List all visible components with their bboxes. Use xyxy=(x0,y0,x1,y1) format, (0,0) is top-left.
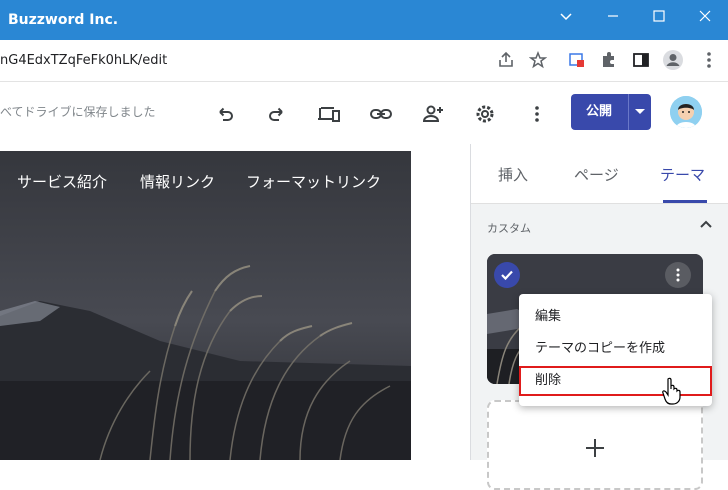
preview-devices-icon[interactable] xyxy=(315,100,343,128)
address-bar[interactable]: nG4EdxTZqFeFk0hLK/edit xyxy=(0,40,728,82)
site-preview[interactable]: サービス紹介 情報リンク フォーマットリンク xyxy=(0,151,411,460)
link-icon[interactable] xyxy=(367,100,395,128)
plus-icon xyxy=(586,439,604,457)
check-icon xyxy=(501,270,513,281)
extension-icon[interactable] xyxy=(566,49,588,71)
profile-icon[interactable] xyxy=(662,49,684,71)
share-icon[interactable] xyxy=(495,49,517,71)
publish-button[interactable]: 公開 xyxy=(571,94,651,130)
site-nav-link-format[interactable]: フォーマットリンク xyxy=(246,171,381,192)
menu-item-duplicate[interactable]: テーマのコピーを作成 xyxy=(519,334,712,364)
menu-item-delete[interactable]: 削除 xyxy=(519,366,712,396)
tab-insert[interactable]: 挿入 xyxy=(498,164,528,185)
minimize-icon[interactable] xyxy=(590,0,636,32)
maximize-icon[interactable] xyxy=(636,0,682,32)
redo-icon[interactable] xyxy=(263,100,291,128)
hero-image xyxy=(0,151,411,460)
hand-cursor-icon xyxy=(661,377,683,405)
gear-icon[interactable] xyxy=(471,100,499,128)
chevron-down-icon[interactable] xyxy=(543,0,589,32)
more-vert-icon xyxy=(676,268,680,282)
window-title: Buzzword Inc. xyxy=(8,12,119,28)
site-nav-link-info[interactable]: 情報リンク xyxy=(140,171,215,192)
publish-label: 公開 xyxy=(585,104,612,119)
star-icon[interactable] xyxy=(527,49,549,71)
menu-item-edit[interactable]: 編集 xyxy=(519,302,712,332)
editor-toolbar: べてドライブに保存しました 公開 xyxy=(0,82,728,144)
theme-options-button[interactable] xyxy=(665,262,691,288)
save-status: べてドライブに保存しました xyxy=(0,105,156,119)
sidepanel-icon[interactable] xyxy=(630,49,652,71)
puzzle-icon[interactable] xyxy=(598,49,620,71)
add-theme-card[interactable] xyxy=(487,400,703,490)
tab-pages[interactable]: ページ xyxy=(574,164,619,185)
more-vert-icon[interactable] xyxy=(698,49,720,71)
close-icon[interactable] xyxy=(682,0,728,32)
site-nav-link-services[interactable]: サービス紹介 xyxy=(17,171,107,192)
section-title: カスタム xyxy=(487,222,531,235)
tab-themes[interactable]: テーマ xyxy=(660,164,705,185)
url-text[interactable]: nG4EdxTZqFeFk0hLK/edit xyxy=(0,53,167,68)
window-titlebar: Buzzword Inc. xyxy=(0,0,728,40)
chevron-down-icon[interactable] xyxy=(629,94,651,130)
undo-icon[interactable] xyxy=(211,100,239,128)
selected-theme-badge xyxy=(494,262,520,288)
theme-context-menu: 編集 テーマのコピーを作成 削除 xyxy=(519,294,712,406)
collapse-icon[interactable] xyxy=(699,216,713,230)
avatar[interactable] xyxy=(670,96,702,128)
add-person-icon[interactable] xyxy=(419,100,447,128)
more-vert-icon[interactable] xyxy=(523,100,551,128)
